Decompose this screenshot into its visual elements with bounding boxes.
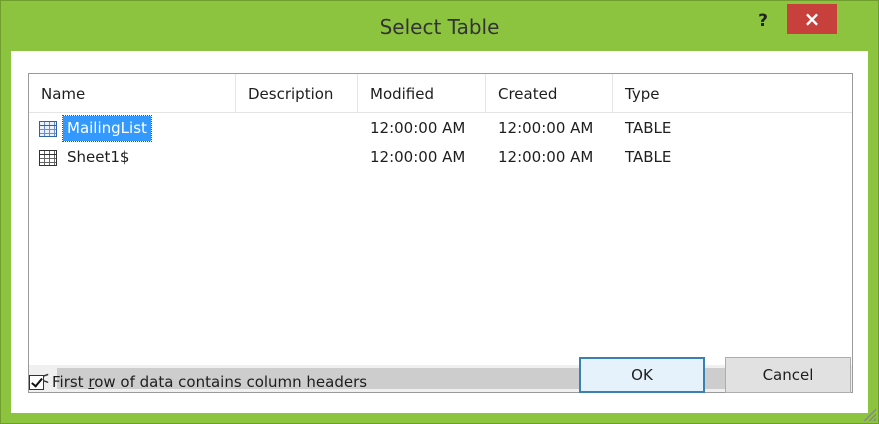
row-name-cell: Sheet1$	[39, 145, 133, 170]
first-row-headers-label[interactable]: First row of data contains column header…	[52, 373, 367, 391]
row-type: TABLE	[625, 119, 672, 137]
table-row[interactable]: MailingList 12:00:00 AM 12:00:00 AM TABL…	[29, 114, 852, 143]
select-table-dialog: Select Table ? × Name Description Modifi…	[0, 0, 879, 424]
row-modified: 12:00:00 AM	[370, 148, 466, 166]
row-type: TABLE	[625, 148, 672, 166]
title-bar[interactable]: Select Table ? ×	[1, 1, 878, 51]
first-row-headers-checkbox[interactable]	[29, 374, 44, 390]
column-header-type[interactable]: Type	[613, 74, 852, 112]
row-name-cell: MailingList	[39, 115, 152, 142]
row-modified: 12:00:00 AM	[370, 119, 466, 137]
column-header-modified[interactable]: Modified	[358, 74, 486, 112]
ok-button[interactable]: OK	[579, 357, 705, 393]
table-icon	[39, 120, 57, 137]
column-header-name[interactable]: Name	[29, 74, 236, 112]
row-name: Sheet1$	[67, 148, 130, 166]
first-row-headers-option[interactable]: First row of data contains column header…	[29, 373, 367, 391]
row-created: 12:00:00 AM	[498, 148, 594, 166]
row-name: MailingList	[62, 115, 152, 142]
table-icon	[39, 149, 57, 166]
table-row[interactable]: Sheet1$ 12:00:00 AM 12:00:00 AM TABLE	[29, 143, 852, 172]
dialog-title: Select Table	[379, 15, 500, 39]
dialog-body: Name Description Modified Created Type M…	[11, 51, 868, 413]
column-header-created[interactable]: Created	[486, 74, 613, 112]
close-button[interactable]: ×	[787, 4, 837, 34]
row-created: 12:00:00 AM	[498, 119, 594, 137]
table-list[interactable]: Name Description Modified Created Type M…	[28, 73, 853, 393]
help-button[interactable]: ?	[749, 7, 777, 35]
list-header: Name Description Modified Created Type	[29, 74, 852, 113]
cancel-button[interactable]: Cancel	[725, 357, 851, 393]
resize-grip-icon[interactable]	[862, 407, 876, 421]
column-header-description[interactable]: Description	[236, 74, 358, 112]
